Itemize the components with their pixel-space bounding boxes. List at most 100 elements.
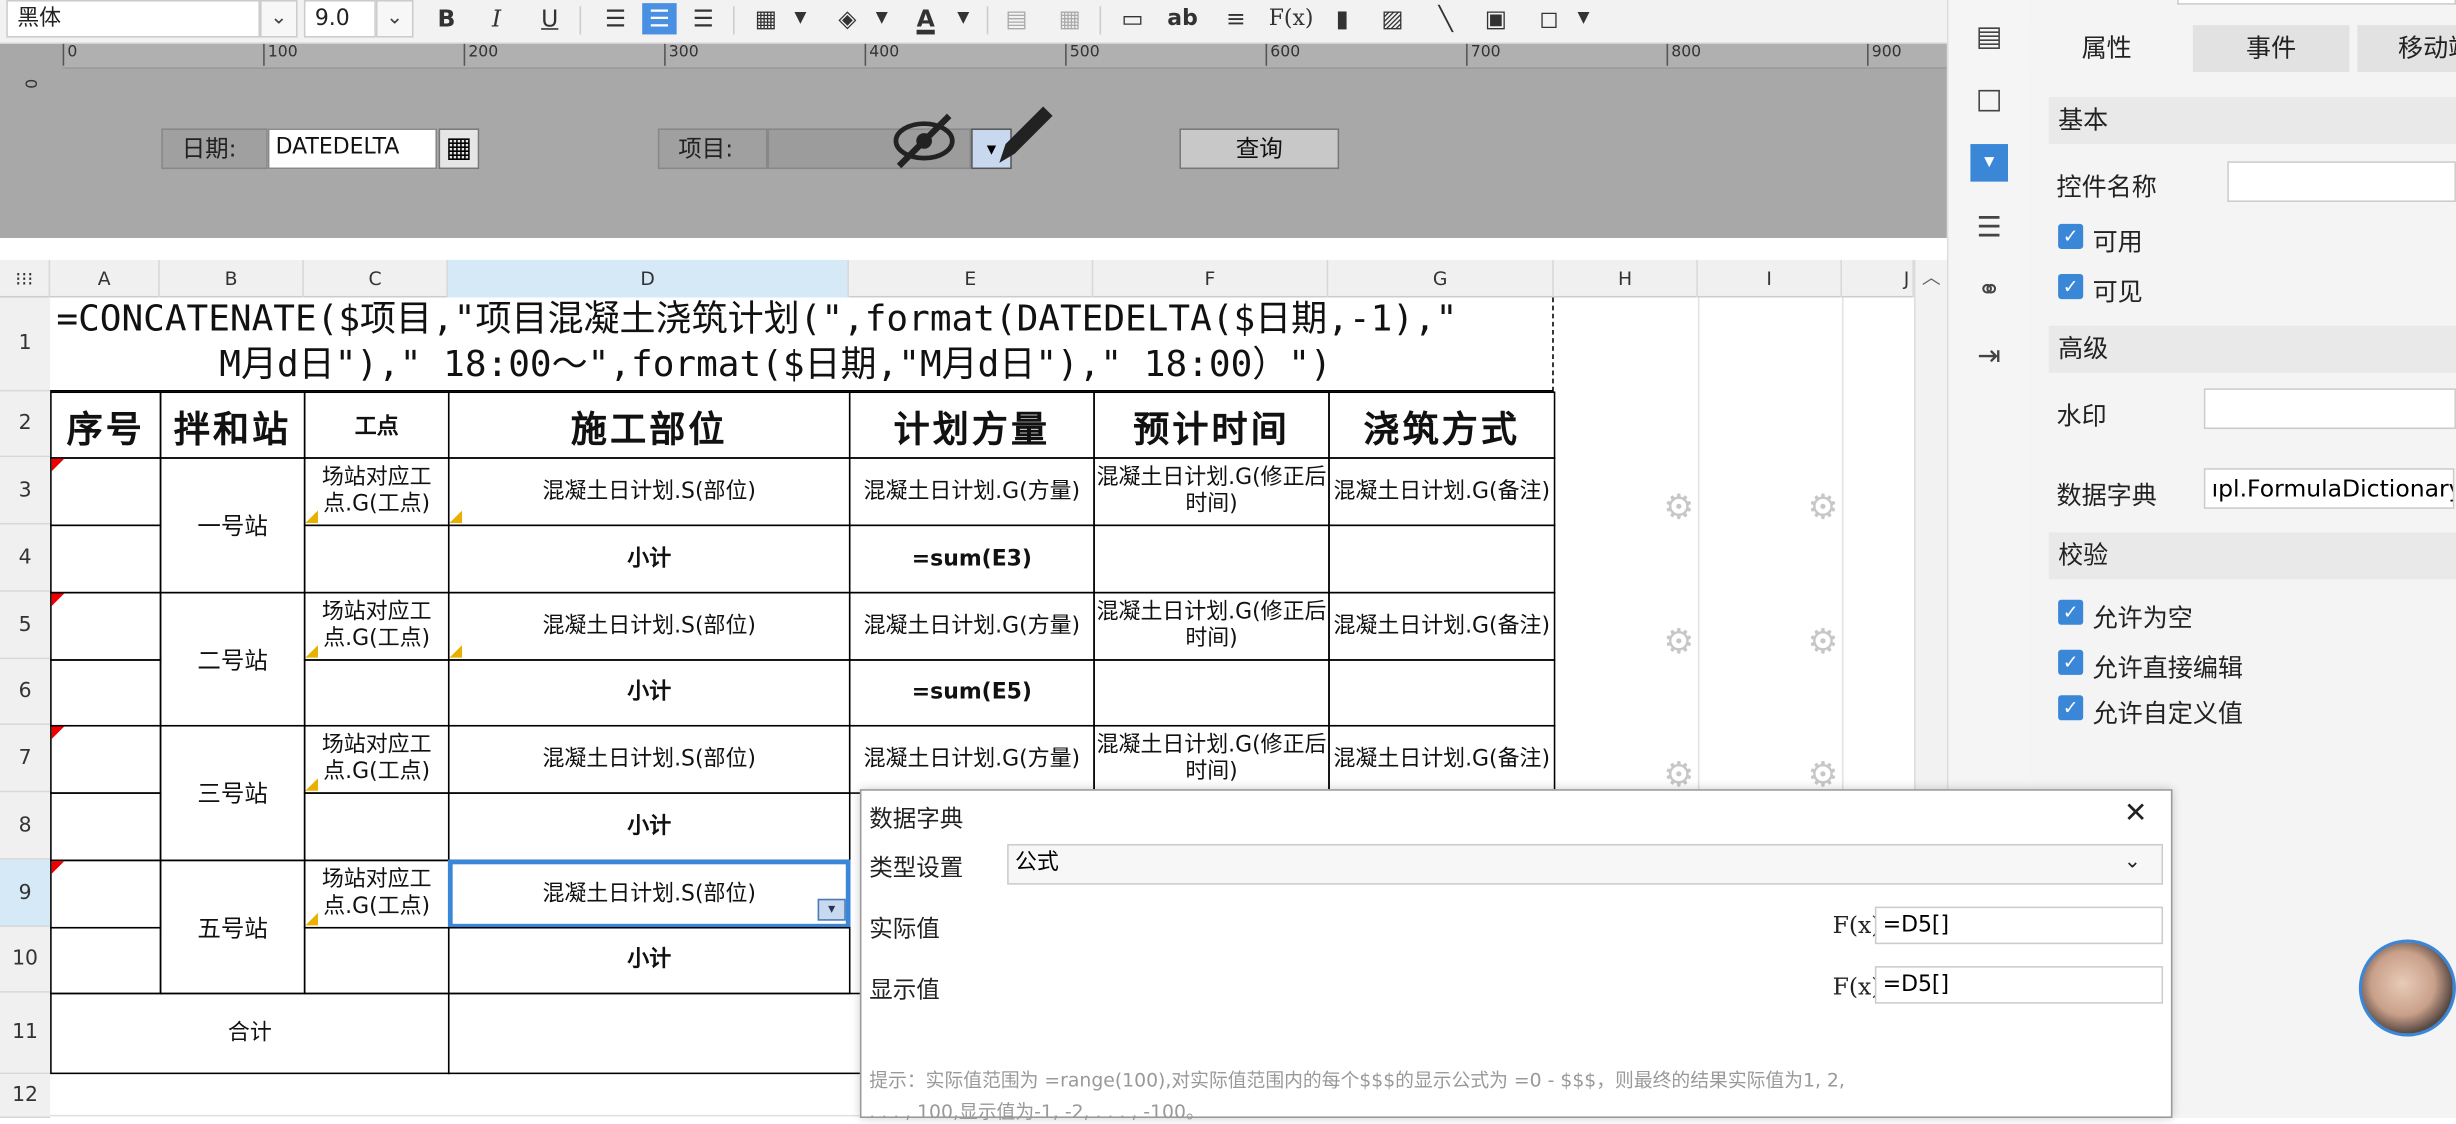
station-cell[interactable]: 二号站 xyxy=(159,591,306,727)
header-station[interactable]: 拌和站 xyxy=(159,391,306,459)
column-header-f[interactable]: F xyxy=(1093,259,1329,298)
frame-icon[interactable]: ◻ xyxy=(1532,3,1566,34)
control-name-input[interactable] xyxy=(2227,161,2456,202)
select-all-corner[interactable]: ⁝⁝⁝ xyxy=(0,259,51,298)
merge-cells-icon[interactable]: ▤ xyxy=(999,3,1033,34)
subtotal-cell[interactable]: 小计 xyxy=(447,792,851,862)
column-header-c[interactable]: C xyxy=(304,259,448,298)
actual-value-input[interactable]: =D5[] xyxy=(1874,906,2164,945)
row-header[interactable]: 2 xyxy=(0,391,51,458)
station-cell[interactable]: 一号站 xyxy=(159,457,306,594)
time-cell[interactable] xyxy=(1093,659,1330,727)
image-icon[interactable]: ▨ xyxy=(1375,3,1409,34)
column-header-i[interactable]: I xyxy=(1698,259,1842,298)
allow-custom-checkbox[interactable]: ✓ xyxy=(2058,695,2084,721)
title-formula-cell[interactable]: =CONCATENATE($项目,"项目混凝土浇筑计划(",format(DAT… xyxy=(50,297,1554,392)
row-header[interactable]: 4 xyxy=(0,524,51,592)
tab-mobile[interactable]: 移动端 xyxy=(2357,25,2456,73)
gear-icon[interactable]: ⚙ xyxy=(1663,489,1694,528)
remark-cell[interactable] xyxy=(1328,659,1556,727)
text-icon[interactable]: ab xyxy=(1165,3,1199,34)
part-cell[interactable]: 混凝土日计划.S(部位) xyxy=(447,457,851,527)
unmerge-cells-icon[interactable]: ▦ xyxy=(1053,3,1087,34)
widget-settings-icon[interactable]: ▤ xyxy=(1970,19,2008,57)
header-time[interactable]: 预计时间 xyxy=(1093,391,1330,459)
type-select[interactable]: 公式 xyxy=(1007,843,2164,885)
column-header-e[interactable]: E xyxy=(849,259,1094,298)
site-cell[interactable]: 场站对应工点.G(工点) xyxy=(303,724,450,794)
column-header-h[interactable]: H xyxy=(1554,259,1698,298)
fill-color-icon[interactable]: ◈ xyxy=(830,3,864,34)
border-icon[interactable]: ▦ xyxy=(749,3,783,34)
textbox-icon[interactable]: ▭ xyxy=(1115,3,1149,34)
station-cell[interactable]: 五号站 xyxy=(159,859,306,995)
bold-button[interactable]: B xyxy=(429,3,463,34)
sum-cell[interactable]: =sum(E5) xyxy=(848,659,1095,727)
chevron-down-icon[interactable]: ⌄ xyxy=(2124,850,2141,873)
frame-icon[interactable]: □ xyxy=(1970,81,2008,119)
remark-cell[interactable]: 混凝土日计划.G(备注) xyxy=(1328,457,1556,527)
cell-dropdown-icon[interactable]: ▾ xyxy=(817,898,846,921)
site-cell[interactable] xyxy=(303,524,450,594)
header-method[interactable]: 浇筑方式 xyxy=(1328,391,1556,459)
site-cell[interactable] xyxy=(303,792,450,862)
site-cell[interactable]: 场站对应工点.G(工点) xyxy=(303,859,450,929)
column-header-j[interactable]: J xyxy=(1842,259,1915,298)
underline-button[interactable]: U xyxy=(533,3,567,34)
volume-cell[interactable]: 混凝土日计划.G(方量) xyxy=(848,457,1095,527)
header-seq[interactable]: 序号 xyxy=(50,391,162,459)
font-size-select[interactable]: 9.0 xyxy=(303,0,376,38)
close-icon[interactable]: ✕ xyxy=(2124,797,2148,830)
remark-cell[interactable]: 混凝土日计划.G(备注) xyxy=(1328,724,1556,794)
seq-cell[interactable] xyxy=(50,926,162,995)
total-value-cell[interactable] xyxy=(447,992,862,1075)
edit-pencil-icon[interactable] xyxy=(990,100,1059,172)
actual-formula-icon[interactable]: F(x) xyxy=(1833,911,1881,939)
header-volume[interactable]: 计划方量 xyxy=(848,391,1095,459)
hidden-eye-icon[interactable] xyxy=(887,103,962,175)
time-cell[interactable]: 混凝土日计划.G(修正后时间) xyxy=(1093,591,1330,661)
chevron-down-icon[interactable]: ▼ xyxy=(946,3,980,34)
list-icon[interactable]: ☰ xyxy=(1970,210,2008,248)
column-header-b[interactable]: B xyxy=(160,259,304,298)
align-left-icon[interactable]: ☰ xyxy=(598,3,632,34)
dropdown-widget-icon[interactable]: ▾ xyxy=(1970,144,2008,182)
chevron-down-icon[interactable]: ▼ xyxy=(783,3,817,34)
subtotal-cell[interactable]: 小计 xyxy=(447,926,851,995)
row-header[interactable]: 6 xyxy=(0,659,51,725)
allow-edit-checkbox[interactable]: ✓ xyxy=(2058,649,2084,675)
import-icon[interactable]: ⇥ xyxy=(1970,338,2008,376)
text-color-icon[interactable]: A xyxy=(908,3,942,34)
total-label-cell[interactable]: 合计 xyxy=(50,992,450,1075)
display-formula-icon[interactable]: F(x) xyxy=(1833,972,1881,1000)
site-cell[interactable] xyxy=(303,659,450,727)
column-header-d[interactable]: D xyxy=(447,259,849,298)
sum-cell[interactable]: =sum(E3) xyxy=(848,524,1095,594)
volume-cell[interactable]: 混凝土日计划.G(方量) xyxy=(848,591,1095,661)
site-cell[interactable] xyxy=(303,926,450,995)
remark-cell[interactable] xyxy=(1328,524,1556,594)
gear-icon[interactable]: ⚙ xyxy=(1808,623,1839,662)
site-cell[interactable]: 场站对应工点.G(工点) xyxy=(303,457,450,527)
chart-icon[interactable]: ▮ xyxy=(1325,3,1359,34)
allow-empty-checkbox[interactable]: ✓ xyxy=(2058,599,2084,625)
header-part[interactable]: 施工部位 xyxy=(447,391,851,459)
calendar-icon[interactable]: ▦ xyxy=(438,128,480,170)
avatar[interactable] xyxy=(2358,939,2456,1037)
font-name-select[interactable]: 黑体 xyxy=(6,0,261,38)
chevron-down-icon[interactable]: ▼ xyxy=(865,3,899,34)
scroll-up-icon[interactable]: ︿ xyxy=(1922,263,1941,290)
row-header[interactable]: 1 xyxy=(0,297,51,392)
chevron-down-icon[interactable]: ▼ xyxy=(1566,3,1600,34)
enabled-checkbox[interactable]: ✓ xyxy=(2058,223,2084,249)
subtotal-cell[interactable]: 小计 xyxy=(447,524,851,594)
time-cell[interactable] xyxy=(1093,524,1330,594)
column-header-a[interactable]: A xyxy=(50,259,160,298)
watermark-input[interactable] xyxy=(2203,388,2456,430)
seq-cell[interactable] xyxy=(50,724,162,794)
font-name-dropdown-icon[interactable]: ⌄ xyxy=(260,0,298,38)
site-cell[interactable]: 场站对应工点.G(工点) xyxy=(303,591,450,661)
row-header[interactable]: 11 xyxy=(0,992,51,1075)
align-right-icon[interactable]: ☰ xyxy=(686,3,720,34)
subtotal-cell[interactable]: 小计 xyxy=(447,659,851,727)
